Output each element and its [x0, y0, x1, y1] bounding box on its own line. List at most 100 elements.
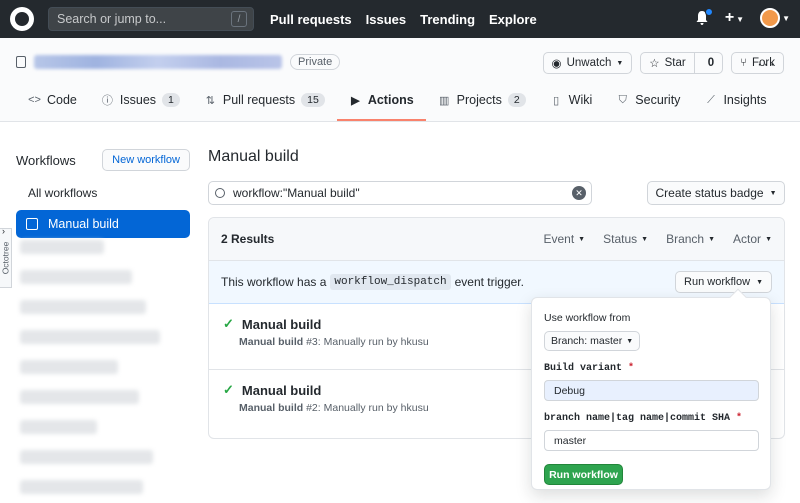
nav-trending[interactable]: Trending — [420, 12, 475, 27]
workflow-icon — [26, 218, 38, 230]
run-workflow-name: Manual build — [239, 336, 304, 348]
run-workflow-submit-button[interactable]: Run workflow — [544, 464, 623, 485]
chevron-down-icon: ▼ — [782, 13, 790, 23]
github-logo-icon[interactable] — [10, 7, 34, 31]
notifications-bell-icon[interactable] — [695, 8, 713, 26]
run-workflow-dropdown-button[interactable]: Run workflow ▼ — [675, 271, 772, 293]
list-item[interactable] — [20, 480, 144, 494]
run-title[interactable]: Manual build — [242, 383, 321, 398]
filter-label: Actor — [733, 232, 762, 246]
sidebar-item-manual-build[interactable]: Manual build — [16, 210, 190, 238]
plus-icon: + — [724, 9, 735, 26]
chevron-down-icon: ▼ — [578, 235, 586, 243]
search-shortcut-hint: / — [231, 11, 247, 27]
button-label: Run workflow — [684, 276, 751, 288]
sidebar-title: Workflows — [16, 152, 76, 168]
sidebar-item-all-workflows[interactable]: All workflows — [16, 186, 190, 202]
run-meta: #3: Manually run by hkusu — [306, 336, 429, 348]
eye-icon: ◉ — [551, 58, 562, 70]
nav-explore[interactable]: Explore — [489, 12, 537, 27]
banner-text: This workflow has a — [221, 275, 327, 289]
create-status-badge-button[interactable]: Create status badge ▼ — [647, 181, 785, 205]
run-filters: Event ▼ Status ▼ Branch ▼ Actor ▼ — [543, 232, 772, 246]
ref-input[interactable]: master — [544, 430, 759, 451]
more-tabs-kebab-icon[interactable]: ··· — [757, 56, 776, 74]
build-variant-input[interactable]: Debug — [544, 380, 759, 401]
tab-wiki[interactable]: ▯ Wiki — [538, 81, 605, 121]
create-new-menu[interactable]: + ▼ — [725, 9, 744, 27]
repo-actions: ◉ Unwatch ▼ ☆ Star 0 ⑂ Fork — [542, 52, 784, 74]
chevron-down-icon: ▼ — [641, 235, 649, 243]
repo-title: Private — [16, 54, 341, 70]
star-icon: ☆ — [649, 58, 660, 70]
octotree-label: Octotree — [0, 241, 11, 275]
project-icon: ▥ — [438, 94, 450, 107]
branch-select[interactable]: Branch: master ▼ — [544, 331, 641, 351]
avatar — [760, 8, 781, 28]
field-label-text: Build variant — [544, 363, 623, 374]
list-item[interactable] — [20, 330, 160, 344]
code-icon: <> — [28, 94, 41, 106]
tab-actions[interactable]: ▶ Actions — [336, 81, 426, 121]
global-search-input[interactable]: Search or jump to... / — [48, 7, 254, 31]
chevron-down-icon: ▼ — [626, 337, 634, 345]
field-label-text: branch name|tag name|commit SHA — [544, 413, 731, 424]
branch-filter[interactable]: Branch ▼ — [666, 232, 715, 246]
tab-issues[interactable]: ⓘ Issues 1 — [89, 81, 192, 121]
search-icon — [215, 188, 225, 198]
shield-icon: ⛉ — [618, 93, 627, 106]
pull-request-icon: ⇅ — [205, 94, 215, 107]
octotree-toggle[interactable]: Octotree — [0, 228, 12, 288]
star-button[interactable]: ☆ Star 0 — [640, 52, 724, 74]
nav-issues[interactable]: Issues — [366, 12, 406, 27]
tab-insights[interactable]: ⟋ Insights — [692, 81, 778, 121]
branch-label: Branch: master — [551, 335, 623, 347]
list-item[interactable] — [20, 390, 139, 404]
runs-header: 2 Results Event ▼ Status ▼ Branch ▼ Actor ▼ — [209, 218, 784, 261]
global-nav: Pull requests Issues Trending Explore — [270, 12, 537, 27]
use-workflow-from-label: Use workflow from — [544, 312, 631, 324]
event-filter[interactable]: Event ▼ — [543, 232, 585, 246]
user-menu[interactable]: ▼ — [760, 8, 790, 28]
list-item[interactable] — [20, 360, 118, 374]
unwatch-button[interactable]: ◉ Unwatch ▼ — [542, 52, 633, 74]
banner-text: event trigger. — [454, 275, 524, 289]
book-icon: ▯ — [553, 94, 560, 107]
repo-name-redacted[interactable] — [34, 55, 282, 69]
nav-pull-requests[interactable]: Pull requests — [270, 12, 352, 27]
unwatch-label: Unwatch — [566, 57, 612, 69]
chevron-down-icon: ▼ — [765, 235, 772, 243]
dispatch-code: workflow_dispatch — [330, 274, 451, 290]
list-item[interactable] — [20, 450, 153, 464]
required-asterisk: * — [628, 363, 635, 374]
tab-count: 1 — [162, 93, 180, 107]
header-actions: + ▼ ▼ — [695, 8, 790, 28]
visibility-badge: Private — [290, 54, 341, 70]
star-count[interactable]: 0 — [700, 57, 722, 69]
tab-count: 2 — [507, 93, 526, 107]
chevron-right-icon[interactable]: › — [2, 226, 5, 236]
actor-filter[interactable]: Actor ▼ — [733, 232, 772, 246]
status-filter[interactable]: Status ▼ — [603, 232, 648, 246]
list-item[interactable] — [20, 420, 97, 434]
tab-code[interactable]: <> Code — [16, 81, 89, 121]
list-item[interactable] — [20, 240, 104, 254]
tab-label: Actions — [367, 93, 414, 107]
tab-security[interactable]: ⛉ Security — [604, 81, 692, 121]
tab-pull-requests[interactable]: ⇅ Pull requests 15 — [192, 81, 337, 121]
clear-filter-icon[interactable]: ✕ — [572, 186, 586, 200]
filter-label: Branch — [666, 232, 705, 246]
tab-projects[interactable]: ▥ Projects 2 — [426, 81, 538, 121]
run-title[interactable]: Manual build — [242, 317, 321, 332]
filter-label: Event — [543, 232, 575, 246]
tab-count: 15 — [301, 93, 325, 107]
new-workflow-button[interactable]: New workflow — [102, 149, 190, 171]
run-workflow-name: Manual build — [239, 402, 304, 414]
list-item[interactable] — [20, 300, 146, 314]
issue-icon: ⓘ — [101, 95, 113, 107]
workflow-filter-input[interactable]: workflow:"Manual build" ✕ — [208, 181, 592, 205]
workflows-sidebar: Workflows New workflow All workflows Man… — [16, 148, 190, 238]
success-check-icon: ✓ — [223, 316, 234, 331]
tab-label: Pull requests — [222, 93, 296, 107]
list-item[interactable] — [20, 270, 132, 284]
